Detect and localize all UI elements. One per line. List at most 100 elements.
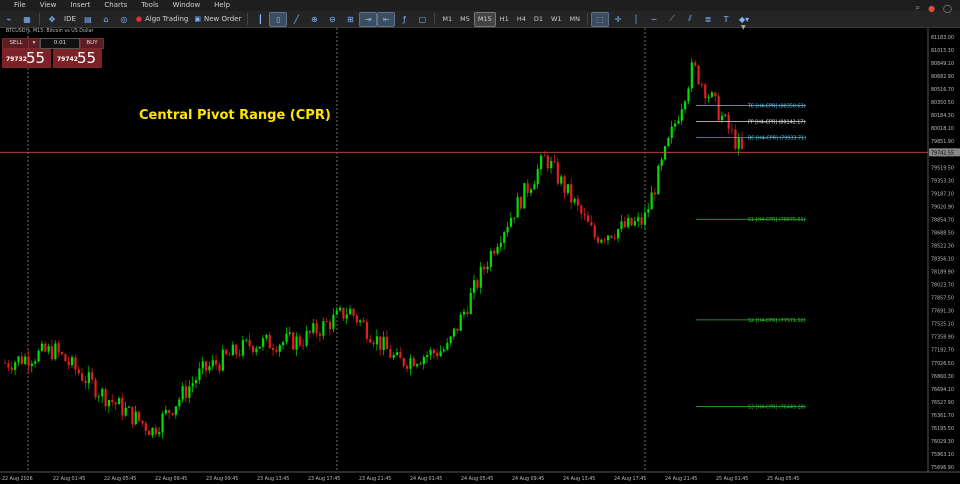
candle-body[interactable]: [650, 192, 653, 210]
candle-body[interactable]: [483, 266, 486, 270]
menu-help[interactable]: Help: [207, 0, 237, 11]
candle-body[interactable]: [127, 406, 131, 408]
candle-body[interactable]: [529, 189, 533, 193]
candle-body[interactable]: [261, 338, 265, 347]
candle-body[interactable]: [489, 250, 492, 267]
candle-body[interactable]: [74, 357, 77, 370]
candle-body[interactable]: [523, 183, 526, 209]
candle-body[interactable]: [275, 349, 278, 352]
candle-body[interactable]: [617, 229, 620, 239]
candle-body[interactable]: [519, 197, 523, 209]
tile-windows-icon[interactable]: ⊞: [342, 13, 358, 26]
candle-body[interactable]: [91, 372, 94, 380]
candle-body[interactable]: [308, 330, 312, 333]
candle-body[interactable]: [516, 197, 519, 218]
candle-body[interactable]: [295, 336, 298, 350]
candle-body[interactable]: [117, 398, 121, 405]
candle-body[interactable]: [245, 339, 248, 341]
candle-body[interactable]: [315, 323, 318, 334]
candle-body[interactable]: [627, 217, 630, 228]
candle-body[interactable]: [499, 242, 502, 247]
candle-body[interactable]: [305, 330, 308, 346]
buy-price[interactable]: 79742 55: [53, 49, 102, 68]
navigator-icon[interactable]: ✥: [44, 13, 60, 26]
candle-body[interactable]: [107, 400, 111, 407]
candle-body[interactable]: [131, 406, 134, 425]
candle-body[interactable]: [268, 334, 271, 349]
candle-body[interactable]: [704, 84, 707, 99]
candle-body[interactable]: [194, 380, 198, 384]
candle-body[interactable]: [228, 354, 231, 356]
candle-body[interactable]: [342, 307, 345, 319]
candle-body[interactable]: [402, 358, 405, 366]
menu-charts[interactable]: Charts: [97, 0, 134, 11]
candle-body[interactable]: [44, 343, 47, 352]
candle-body[interactable]: [543, 155, 546, 157]
candle-body[interactable]: [174, 406, 178, 415]
candle-body[interactable]: [533, 184, 536, 190]
candle-body[interactable]: [57, 343, 60, 353]
new-order-button[interactable]: ▣ New Order: [192, 13, 243, 26]
candle-body[interactable]: [486, 266, 489, 270]
candle-body[interactable]: [355, 315, 358, 323]
candle-body[interactable]: [466, 311, 469, 315]
candle-body[interactable]: [205, 361, 208, 371]
candle-body[interactable]: [573, 198, 576, 203]
candle-body[interactable]: [178, 399, 181, 407]
candle-body[interactable]: [724, 114, 727, 116]
candle-body[interactable]: [171, 413, 174, 415]
candle-body[interactable]: [406, 365, 409, 369]
candle-body[interactable]: [687, 88, 690, 102]
candle-body[interactable]: [399, 352, 402, 359]
candle-body[interactable]: [101, 389, 104, 397]
candle-body[interactable]: [20, 356, 23, 365]
menu-insert[interactable]: Insert: [63, 0, 97, 11]
candle-body[interactable]: [71, 357, 74, 366]
candle-body[interactable]: [60, 352, 64, 355]
candle-body[interactable]: [318, 333, 322, 336]
candle-body[interactable]: [97, 396, 100, 398]
candle-body[interactable]: [265, 334, 268, 339]
candle-body[interactable]: [359, 320, 362, 323]
candle-body[interactable]: [94, 379, 97, 398]
candle-body[interactable]: [439, 351, 442, 357]
candle-body[interactable]: [422, 356, 425, 364]
candle-body[interactable]: [322, 321, 325, 336]
candle-body[interactable]: [325, 321, 328, 323]
candle-body[interactable]: [620, 221, 623, 230]
candle-body[interactable]: [221, 349, 224, 371]
candle-body[interactable]: [235, 344, 238, 355]
candle-body[interactable]: [184, 386, 188, 398]
candle-body[interactable]: [168, 409, 171, 414]
candle-body[interactable]: [700, 84, 703, 85]
candle-body[interactable]: [67, 361, 70, 366]
candle-body[interactable]: [503, 232, 506, 243]
candle-body[interactable]: [593, 225, 596, 238]
candle-body[interactable]: [643, 212, 647, 225]
candle-body[interactable]: [583, 213, 586, 216]
cursor-icon[interactable]: ⬚: [591, 11, 610, 27]
candle-body[interactable]: [248, 339, 251, 347]
candle-body[interactable]: [536, 169, 539, 185]
zoom-in-icon[interactable]: ⊕: [306, 13, 322, 26]
sell-price[interactable]: 79732 55: [2, 49, 51, 68]
candle-body[interactable]: [285, 333, 288, 343]
candle-body[interactable]: [191, 383, 194, 387]
candle-body[interactable]: [640, 217, 643, 225]
candle-body[interactable]: [251, 346, 255, 353]
candle-body[interactable]: [623, 221, 626, 228]
candle-body[interactable]: [412, 358, 415, 367]
candle-body[interactable]: [509, 217, 513, 227]
candle-body[interactable]: [198, 368, 201, 381]
candle-body[interactable]: [81, 373, 84, 381]
timeframe-mn[interactable]: MN: [567, 13, 583, 26]
timeframe-h4[interactable]: H4: [514, 13, 529, 26]
candle-body[interactable]: [84, 380, 87, 384]
candle-body[interactable]: [352, 308, 355, 316]
candle-body[interactable]: [148, 430, 151, 436]
candle-body[interactable]: [188, 386, 191, 398]
price-chart[interactable]: 81183.00 81015.30 80849.10 80682.90 80516.70…: [0, 28, 960, 484]
candle-body[interactable]: [282, 342, 285, 346]
candle-body[interactable]: [416, 364, 419, 367]
candle-body[interactable]: [674, 123, 677, 127]
